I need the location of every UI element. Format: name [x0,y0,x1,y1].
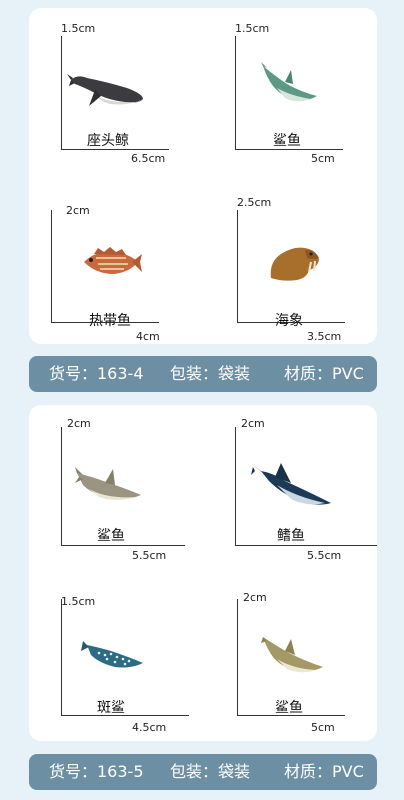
item-number: 货号：163-4 [49,364,144,383]
humpback-whale-icon [67,74,143,106]
figure-cell: 1.5cm 6.5cm 座头鲸 [29,8,203,176]
shark-icon [75,467,141,500]
length-label: 5.5cm [132,549,167,562]
height-label: 2cm [66,204,90,217]
height-label: 1.5cm [61,595,96,608]
length-axis [61,715,189,716]
length-label: 5.5cm [307,549,342,562]
height-axis [237,599,238,715]
animal-name: 鲨鱼 [97,528,125,544]
animal-name: 海象 [275,313,303,329]
walrus-icon [270,247,319,281]
shark-icon [261,62,317,102]
animal-name: 鳍鱼 [277,528,305,544]
height-axis [51,210,52,322]
figure-cell: 2cm 5cm 鲨鱼 [203,573,377,741]
whale-shark-icon [81,641,143,668]
figure-cell: 2cm 5.5cm 鲨鱼 [29,405,203,573]
length-label: 6.5cm [131,152,166,165]
length-label: 5cm [311,152,335,165]
height-axis [61,599,62,715]
animal-name: 座头鲸 [87,133,129,149]
packaging: 包装：袋装 [170,364,251,383]
length-axis [61,545,185,546]
animal-name: 热带鱼 [89,313,131,329]
figure-cell: 2.5cm 3.5cm 海象 [203,176,377,344]
length-label: 4.5cm [132,721,167,734]
figure-cell: 1.5cm 5cm 鲨鱼 [203,8,377,176]
height-label: 2cm [243,591,267,604]
product-info-bar: 货号：163-4 包装：袋装 材质：PVC [29,356,377,392]
item-number: 货号：163-5 [49,762,144,781]
animal-name: 斑鲨 [97,700,125,716]
height-axis [61,36,62,149]
height-axis [235,427,236,545]
height-axis [235,36,236,149]
length-label: 5cm [311,721,335,734]
height-label: 1.5cm [61,22,96,35]
product-card-163-4: 1.5cm 6.5cm 座头鲸 1.5cm 5cm 鲨鱼 2cm 4cm 热带鱼 [29,8,377,344]
packaging: 包装：袋装 [170,762,251,781]
product-info-bar: 货号：163-5 包装：袋装 材质：PVC [29,754,377,790]
length-axis [235,545,377,546]
material: 材质：PVC [284,762,364,781]
product-card-163-5: 2cm 5.5cm 鲨鱼 2cm 5.5cm 鳍鱼 1.5cm 4.5cm 斑鲨 [29,405,377,741]
length-label: 4cm [136,330,160,343]
height-axis [237,210,238,322]
tropical-fish-icon [84,247,142,274]
figure-cell: 2cm 5.5cm 鳍鱼 [203,405,377,573]
height-label: 1.5cm [235,22,270,35]
length-label: 3.5cm [307,330,342,343]
animal-name: 鲨鱼 [273,133,301,149]
material: 材质：PVC [284,364,364,383]
height-axis [61,427,62,545]
swordfish-icon [251,463,331,505]
shark-icon [261,637,323,673]
figure-cell: 2cm 4cm 热带鱼 [29,176,203,344]
animal-name: 鲨鱼 [275,700,303,716]
figure-cell: 1.5cm 4.5cm 斑鲨 [29,573,203,741]
height-label: 2cm [241,417,265,430]
height-label: 2.5cm [237,196,272,209]
height-label: 2cm [67,417,91,430]
